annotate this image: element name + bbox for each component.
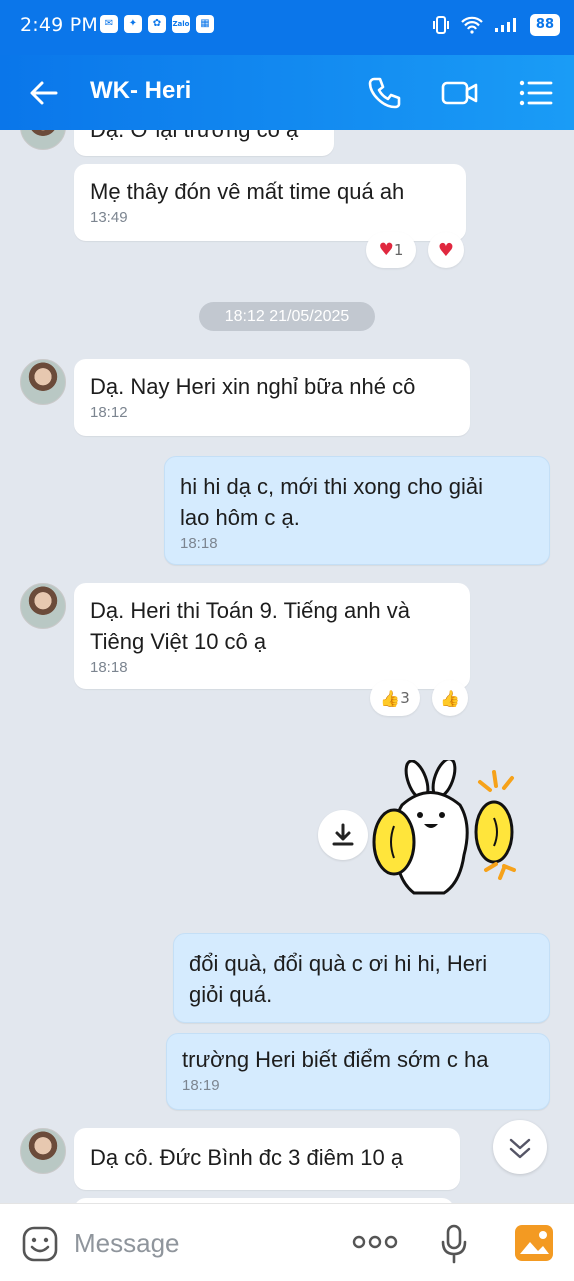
heart-icon: ♥ [437, 239, 455, 261]
battery-indicator: 88 [529, 14, 560, 36]
react-button[interactable]: 👍 [432, 680, 468, 716]
chat-title[interactable]: WK- Heri [90, 77, 191, 105]
message-bubble-own[interactable]: đổi quà, đổi quà c ơi hi hi, Heri giỏi q… [173, 933, 550, 1023]
message-bubble[interactable]: Dạ. Nay Heri xin nghỉ bữa nhé cô 18:12 [74, 359, 470, 436]
message-time: 18:19 [182, 1077, 220, 1094]
reaction-summary[interactable]: ♥ 1 [366, 232, 416, 268]
message-bubble-own[interactable]: trường Heri biết điểm sớm c ha 18:19 [166, 1033, 550, 1110]
avatar[interactable] [20, 1128, 66, 1174]
avatar[interactable] [20, 583, 66, 629]
scroll-to-bottom-button[interactable] [493, 1120, 547, 1174]
react-button[interactable]: ♥ [428, 232, 464, 268]
pinwheel-icon: ✿ [148, 15, 166, 33]
status-bar: 2:49 PM ✉ ✦ ✿ Zalo ▦ 88 [0, 0, 574, 55]
game-icon: ✦ [124, 15, 142, 33]
message-text-line: đổi quà, đổi quà c ơi hi hi, Heri [189, 951, 488, 976]
heart-icon: ♥ [378, 240, 394, 260]
vibrate-icon [432, 16, 449, 34]
message-list[interactable]: Dạ. Ở lại trường cô ạ Mẹ thây đón vê mất… [0, 130, 574, 1203]
reaction-summary[interactable]: 👍 3 [370, 680, 420, 716]
wifi-icon [461, 16, 483, 34]
message-time: 13:49 [90, 209, 128, 226]
thumbs-up-icon: 👍 [440, 688, 460, 708]
back-arrow-icon[interactable] [26, 75, 62, 111]
system-icons: 88 [432, 14, 560, 36]
message-text-line: lao hôm c ạ. [180, 505, 300, 530]
chevron-down-icon [509, 1138, 531, 1159]
messenger-icon: ✉ [100, 15, 118, 33]
download-icon [332, 823, 354, 846]
message-input-bar: Message [0, 1203, 574, 1281]
message-text: Dạ cô. Đức Bình đc 3 điêm 10 ạ [90, 1145, 404, 1170]
microphone-icon[interactable] [440, 1224, 468, 1264]
message-bubble[interactable]: Mẹ thây đón vê mất time quá ah 13:49 [74, 164, 466, 241]
message-time: 18:12 [90, 404, 128, 421]
phone-icon[interactable] [364, 73, 404, 113]
zalo-icon: Zalo [172, 15, 190, 33]
message-bubble[interactable]: Dạ. Heri thi Toán 9. Tiếng anh và Tiêng … [74, 583, 470, 689]
more-options-icon[interactable] [352, 1234, 398, 1250]
message-text: Dạ. Nay Heri xin nghỉ bữa nhé cô [90, 374, 416, 399]
reaction-count: 3 [400, 689, 410, 707]
reaction-count: 1 [393, 241, 404, 259]
avatar[interactable] [20, 359, 66, 405]
message-bubble-partial[interactable]: Dạ. Ở lại trường cô ạ [74, 130, 334, 156]
message-text-line: hi hi dạ c, mới thi xong cho giải [180, 474, 484, 499]
thumbs-up-icon: 👍 [380, 688, 401, 708]
menu-list-icon[interactable] [516, 73, 556, 113]
message-time: 18:18 [180, 535, 218, 552]
image-gallery-icon[interactable] [514, 1224, 554, 1262]
message-text-line: Tiêng Việt 10 cô ạ [90, 629, 267, 654]
message-time: 18:18 [90, 659, 128, 676]
date-separator: 18:12 21/05/2025 [199, 302, 375, 331]
message-bubble[interactable]: Dạ cô. Đức Bình đc 3 điêm 10 ạ [74, 1128, 460, 1190]
video-call-icon[interactable] [440, 73, 480, 113]
download-button[interactable] [318, 810, 368, 860]
notification-icons: ✉ ✦ ✿ Zalo ▦ [100, 15, 214, 33]
message-text: Mẹ thây đón vê mất time quá ah [90, 179, 405, 204]
message-text-line: Dạ. Heri thi Toán 9. Tiếng anh và [90, 598, 411, 623]
message-text: trường Heri biết điểm sớm c ha [182, 1047, 489, 1072]
avatar[interactable] [20, 130, 66, 150]
message-bubble-own[interactable]: hi hi dạ c, mới thi xong cho giải lao hô… [164, 456, 550, 565]
message-text-line: giỏi quá. [189, 982, 273, 1007]
sticker-rabbit-cymbals[interactable] [372, 760, 532, 900]
chat-header: WK- Heri [0, 55, 574, 130]
status-time: 2:49 PM [20, 14, 98, 36]
signal-icon [494, 18, 516, 32]
calendar-icon: ▦ [196, 15, 214, 33]
message-input[interactable]: Message [74, 1228, 180, 1259]
emoji-icon[interactable] [22, 1226, 58, 1262]
message-text: Dạ. Ở lại trường cô ạ [74, 130, 334, 149]
